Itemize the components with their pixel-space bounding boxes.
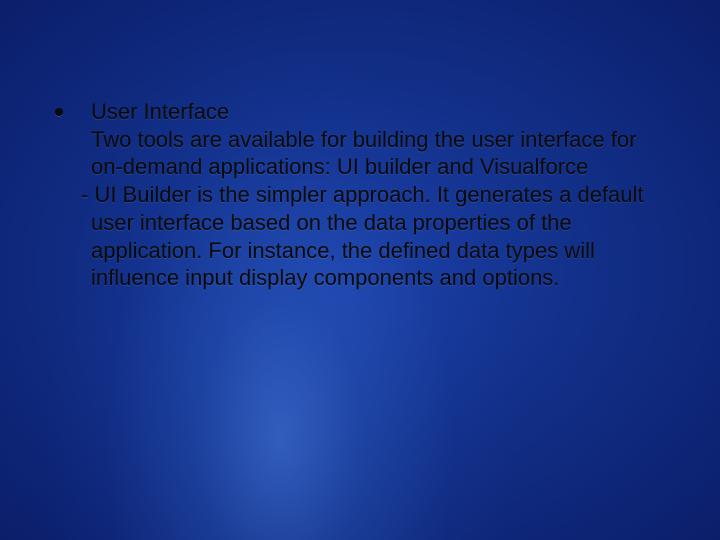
slide-content: User Interface Two tools are available f…: [55, 98, 650, 292]
bullet-heading: User Interface: [91, 98, 650, 126]
bullet-dot-icon: [55, 108, 63, 116]
slide: User Interface Two tools are available f…: [0, 0, 720, 540]
bullet-item: User Interface Two tools are available f…: [55, 98, 650, 292]
bullet-text: User Interface Two tools are available f…: [91, 98, 650, 292]
bullet-intro: Two tools are available for building the…: [69, 126, 650, 181]
bullet-dash-item: - UI Builder is the simpler approach. It…: [69, 181, 650, 292]
